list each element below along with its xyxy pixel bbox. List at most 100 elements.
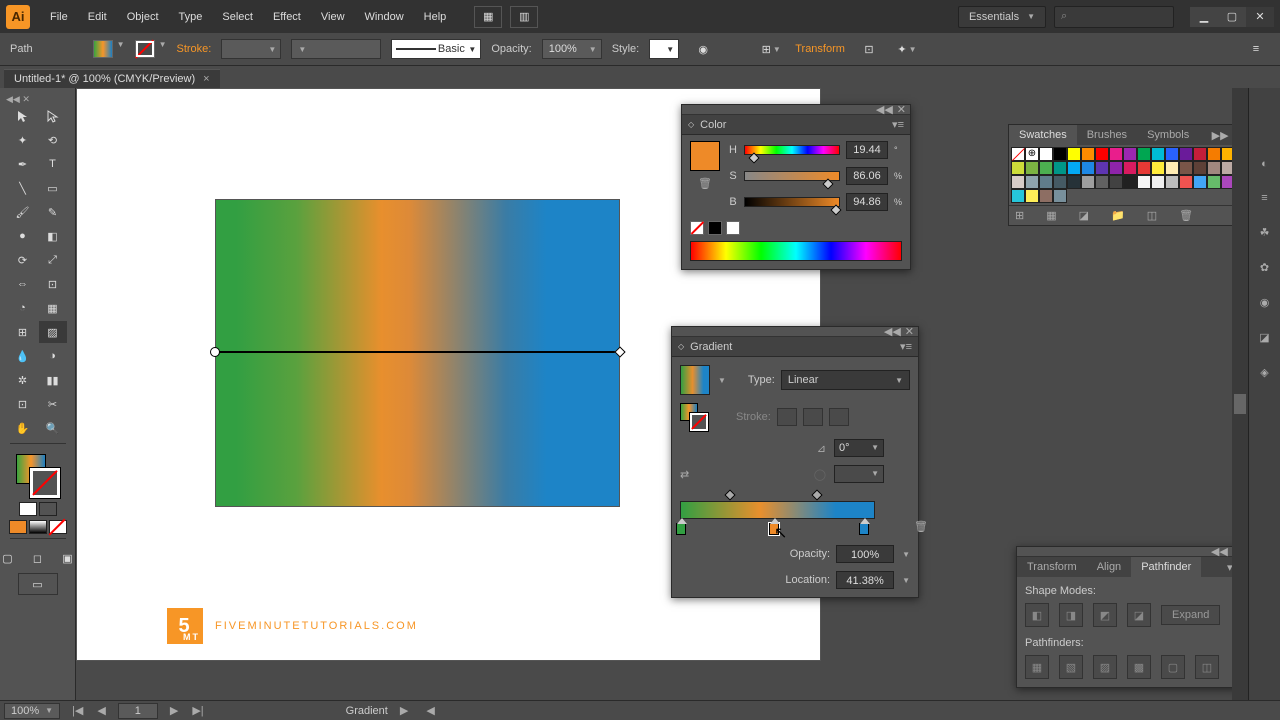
color-guide-icon[interactable]: ◐ (1261, 158, 1268, 170)
graph-tool-icon[interactable]: ▮▮ (39, 369, 67, 391)
style-dropdown[interactable]: ▼ (649, 39, 679, 59)
swatch[interactable] (1039, 189, 1053, 203)
swatch[interactable] (1151, 175, 1165, 189)
menu-effect[interactable]: Effect (263, 1, 311, 33)
gradient-mode-icon[interactable] (29, 520, 47, 534)
minus-front-icon[interactable]: ◨ (1059, 603, 1083, 627)
swatch[interactable] (1053, 175, 1067, 189)
swatch[interactable] (1165, 147, 1179, 161)
eraser-tool-icon[interactable]: ◧ (39, 225, 67, 247)
blob-brush-tool-icon[interactable]: ● (9, 225, 37, 247)
gradient-stop[interactable] (769, 523, 779, 535)
close-button[interactable]: ✕ (1246, 7, 1274, 27)
swatch[interactable] (1123, 147, 1137, 161)
swatch[interactable] (1095, 175, 1109, 189)
fill-stroke-control[interactable] (16, 454, 60, 498)
gradient-midpoint[interactable] (812, 489, 823, 500)
swatch[interactable] (1109, 175, 1123, 189)
swatch[interactable] (1137, 175, 1151, 189)
appearance-icon[interactable]: ◉ (1260, 296, 1270, 309)
swatch[interactable] (1193, 161, 1207, 175)
panel-close-icon[interactable]: ✕ (897, 103, 906, 116)
black-swatch-icon[interactable] (708, 221, 722, 235)
spectrum-bar[interactable] (690, 241, 902, 261)
swatch[interactable] (1123, 161, 1137, 175)
swatch[interactable] (1053, 161, 1067, 175)
gradient-bar[interactable] (680, 501, 875, 519)
swap-fill-icon[interactable] (39, 502, 57, 516)
graphic-styles-icon[interactable]: ◪ (1259, 331, 1269, 344)
menu-type[interactable]: Type (169, 1, 213, 33)
merge-icon[interactable]: ▨ (1093, 655, 1117, 679)
swatch[interactable] (1053, 189, 1067, 203)
bri-slider[interactable] (744, 197, 840, 207)
swatch[interactable] (1179, 147, 1193, 161)
swatch[interactable] (1011, 161, 1025, 175)
swatch[interactable] (1109, 161, 1123, 175)
scale-tool-icon[interactable]: ⤢ (39, 249, 67, 271)
minimize-button[interactable]: ▁ (1190, 7, 1218, 27)
swatch[interactable] (1039, 175, 1053, 189)
gradient-type-dropdown[interactable]: Linear▼ (781, 370, 910, 390)
exclude-icon[interactable]: ◪ (1127, 603, 1151, 627)
swatch[interactable] (1067, 175, 1081, 189)
intersect-icon[interactable]: ◩ (1093, 603, 1117, 627)
gradient-stop[interactable] (676, 523, 686, 535)
bri-input[interactable]: 94.86 (846, 193, 888, 211)
swatch-options-icon[interactable]: ◪ (1079, 209, 1089, 222)
tab-close-icon[interactable]: × (203, 73, 209, 85)
fill-swatch[interactable] (93, 40, 113, 58)
sat-slider[interactable] (744, 171, 840, 181)
opacity-dropdown[interactable]: 100%▼ (542, 39, 602, 59)
stroke-panel-icon[interactable]: ≡ (1261, 192, 1267, 204)
select-similar-icon[interactable]: ✦▼ (893, 38, 921, 60)
panel-menu-icon[interactable]: ≡ (1242, 38, 1270, 60)
rectangle-tool-icon[interactable]: ▭ (39, 177, 67, 199)
gradient-annotator[interactable] (215, 351, 620, 353)
blend-tool-icon[interactable]: ◑ (39, 345, 67, 367)
expand-icon[interactable]: ▶▶ (1212, 129, 1229, 142)
swatch[interactable] (1151, 161, 1165, 175)
outline-icon[interactable]: ▢ (1161, 655, 1185, 679)
swatch[interactable] (1123, 175, 1137, 189)
stroke-label[interactable]: Stroke: (176, 43, 211, 55)
prev-artboard-icon[interactable]: ◀ (95, 704, 107, 717)
stroke-indicator[interactable] (30, 468, 60, 498)
swatch[interactable] (1053, 147, 1067, 161)
maximize-button[interactable]: ▢ (1218, 7, 1246, 27)
swatch[interactable] (1207, 175, 1221, 189)
free-transform-tool-icon[interactable]: ⊡ (39, 273, 67, 295)
last-artboard-icon[interactable]: ▶| (190, 704, 205, 717)
registration-swatch[interactable]: ⊕ (1025, 147, 1039, 161)
menu-help[interactable]: Help (414, 1, 457, 33)
delete-stop-icon[interactable]: 🗑 (914, 520, 928, 533)
width-tool-icon[interactable]: ⇔ (9, 273, 37, 295)
layers-icon[interactable]: ◈ (1260, 366, 1268, 379)
menu-view[interactable]: View (311, 1, 355, 33)
change-screen-mode-icon[interactable]: ▭ (18, 573, 58, 595)
swatch[interactable] (1109, 147, 1123, 161)
status-menu-icon[interactable]: ▶ (398, 704, 410, 717)
tab-pathfinder[interactable]: Pathfinder (1131, 557, 1201, 577)
direct-selection-tool-icon[interactable] (39, 105, 67, 127)
screen-mode-normal-icon[interactable]: ▢ (0, 547, 22, 569)
pen-tool-icon[interactable]: ✒ (9, 153, 37, 175)
magic-wand-tool-icon[interactable]: ✦ (9, 129, 37, 151)
tab-transform[interactable]: Transform (1017, 557, 1087, 577)
mesh-tool-icon[interactable]: ⊞ (9, 321, 37, 343)
minus-back-icon[interactable]: ◫ (1195, 655, 1219, 679)
swatch[interactable] (1067, 147, 1081, 161)
selection-tool-icon[interactable] (9, 105, 37, 127)
gradient-stop[interactable] (859, 523, 869, 535)
collapse-icon[interactable]: ◀◀ (884, 325, 901, 338)
swatch[interactable] (1193, 175, 1207, 189)
workspace-switcher[interactable]: Essentials ▼ (958, 6, 1046, 28)
stroke-weight-dropdown[interactable]: ▼ (221, 39, 281, 59)
swatch[interactable] (1011, 189, 1025, 203)
lasso-tool-icon[interactable]: ⟲ (39, 129, 67, 151)
swatch[interactable] (1207, 147, 1221, 161)
menu-file[interactable]: File (40, 1, 78, 33)
stroke-swatch[interactable] (135, 40, 155, 58)
tab-align[interactable]: Align (1087, 557, 1131, 577)
brushes-icon[interactable]: ✿ (1260, 261, 1269, 274)
